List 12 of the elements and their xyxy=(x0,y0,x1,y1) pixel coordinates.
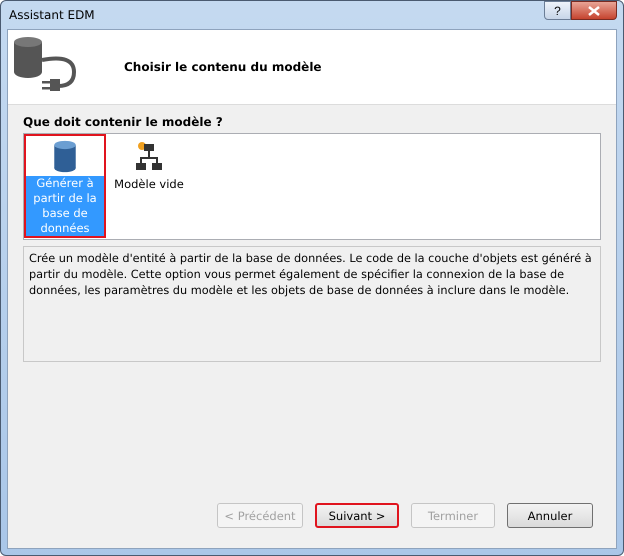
window-title: Assistant EDM xyxy=(8,8,95,22)
close-button[interactable] xyxy=(571,1,617,20)
help-button[interactable]: ? xyxy=(544,1,571,20)
close-icon xyxy=(588,6,600,16)
page-heading: Choisir le contenu du modèle xyxy=(124,60,322,74)
section-label: Que doit contenir le modèle ? xyxy=(23,115,224,129)
description-text: Crée un modèle d'entité à partir de la base de données. Le code de la couche d'objets est généré à partir du modèle. Cette option vous permet également de spécifier la connexion de la base de données, les paramètres du modèle et les objets de base de données à inclure dans le modèle. xyxy=(23,246,601,362)
option-label: Modèle vide xyxy=(113,177,185,192)
option-item[interactable]: Modèle vide xyxy=(108,134,190,238)
wizard-button[interactable]: Annuler xyxy=(507,503,593,528)
wizard-button[interactable]: Suivant > xyxy=(315,503,399,528)
option-label: Générer à partir de la base de données xyxy=(26,176,104,236)
